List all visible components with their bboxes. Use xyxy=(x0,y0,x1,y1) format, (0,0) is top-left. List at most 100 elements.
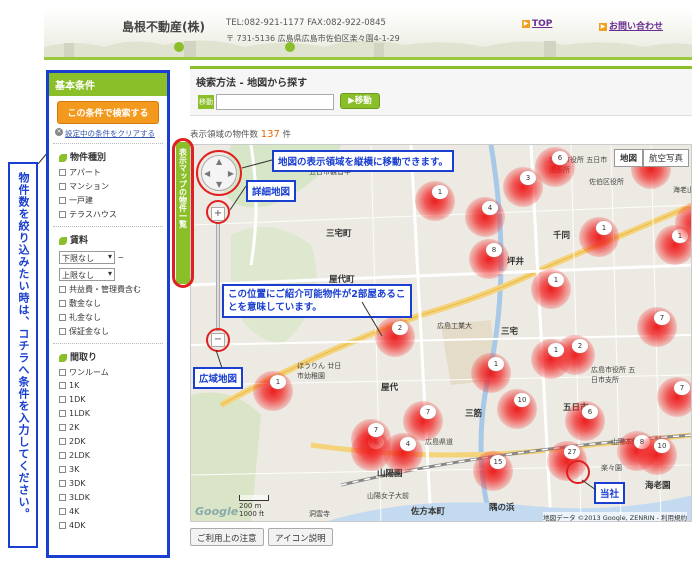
checkbox[interactable] xyxy=(59,424,66,431)
checkbox[interactable] xyxy=(59,396,66,403)
property-cluster-pin[interactable]: 6 xyxy=(565,401,605,441)
rent-option-no-guarantee[interactable]: 保証金なし xyxy=(49,325,167,339)
map-label: 佐方本町 xyxy=(411,507,446,517)
checkbox[interactable] xyxy=(59,466,66,473)
map-label: 洞雲寺 xyxy=(309,510,330,518)
clear-conditions-link[interactable]: × 設定中の条件をクリアする xyxy=(49,128,167,139)
rent-option-no-key-money[interactable]: 礼金なし xyxy=(49,311,167,325)
map-label: 三筋 xyxy=(465,409,483,419)
arrow-icon: ▶ xyxy=(522,19,530,28)
layout-option[interactable]: 4DK xyxy=(49,520,167,534)
property-cluster-pin[interactable]: 1 xyxy=(531,339,571,379)
map-label: 三宅町 xyxy=(326,229,352,239)
usage-notes-button[interactable]: ご利用上の注意 xyxy=(190,528,264,546)
type-option-mansion[interactable]: マンション xyxy=(49,180,167,194)
map-label: 広島工業大 xyxy=(437,322,472,330)
map-label: 海老山 xyxy=(673,186,692,194)
checkbox[interactable] xyxy=(59,286,66,293)
map-search-bar: 移動 ▶移動 xyxy=(190,90,692,116)
rent-option-no-deposit[interactable]: 敷金なし xyxy=(49,297,167,311)
filter-hint-callout: 物件数を絞り込みたい時は、コチラへ条件を入力してください。 xyxy=(8,162,38,548)
checkbox[interactable] xyxy=(59,369,66,376)
property-cluster-pin[interactable]: 10 xyxy=(497,389,537,429)
rent-option-fees[interactable]: 共益費・管理費含む xyxy=(49,283,167,297)
rent-max-row: 上限なし xyxy=(49,266,167,283)
layout-option[interactable]: ワンルーム xyxy=(49,366,167,380)
map-copyright: 地図データ ©2013 Google, ZENRIN - 利用規約 xyxy=(543,512,687,522)
rent-heading: 賃料 xyxy=(53,226,163,249)
map-type-switch: 地図 航空写真 xyxy=(613,149,689,167)
map-scale: 200 m 1000 ft xyxy=(239,495,269,518)
property-cluster-pin[interactable]: 4 xyxy=(465,197,505,237)
callout-pointer xyxy=(361,301,383,337)
type-option-apartment[interactable]: アパート xyxy=(49,166,167,180)
checkbox[interactable] xyxy=(59,197,66,204)
layout-option[interactable]: 1K xyxy=(49,380,167,394)
rent-min-select[interactable]: 下限なし xyxy=(59,251,115,264)
checkbox[interactable] xyxy=(59,314,66,321)
property-cluster-pin[interactable]: 1 xyxy=(531,269,571,309)
checkbox[interactable] xyxy=(59,169,66,176)
map-type-roadmap[interactable]: 地図 xyxy=(613,149,643,167)
property-cluster-pin[interactable]: 15 xyxy=(473,451,513,491)
top-link[interactable]: ▶ TOP xyxy=(522,19,552,29)
layout-option[interactable]: 1DK xyxy=(49,394,167,408)
checkbox[interactable] xyxy=(59,494,66,501)
property-cluster-pin[interactable]: 7 xyxy=(657,377,691,417)
checkbox[interactable] xyxy=(59,211,66,218)
arrow-icon: ▶ xyxy=(599,22,607,31)
page-title: 検索方法 - 地図から探す xyxy=(190,66,692,90)
checkbox[interactable] xyxy=(59,452,66,459)
map-label: 山陽女子大前 xyxy=(367,492,409,500)
property-cluster-pin[interactable]: 1 xyxy=(253,371,293,411)
search-with-conditions-button[interactable]: この条件で検索する xyxy=(57,101,159,124)
map-label: 隅の浜 xyxy=(489,503,515,513)
checkbox[interactable] xyxy=(59,183,66,190)
property-cluster-pin[interactable]: 1 xyxy=(415,181,455,221)
property-cluster-pin[interactable]: 7 xyxy=(351,419,391,459)
checkbox[interactable] xyxy=(59,382,66,389)
checkbox[interactable] xyxy=(59,438,66,445)
checkbox[interactable] xyxy=(59,328,66,335)
zoom-slider[interactable] xyxy=(216,223,220,331)
type-option-house[interactable]: 一戸建 xyxy=(49,194,167,208)
type-option-terrace[interactable]: テラスハウス xyxy=(49,208,167,222)
contact-link[interactable]: ▶ お問い合わせ xyxy=(599,19,663,32)
leaf-icon xyxy=(59,236,67,245)
company-phone: TEL:082-921-1177 FAX:082-922-0845 xyxy=(226,18,386,28)
leaf-icon xyxy=(59,153,67,162)
checkbox[interactable] xyxy=(59,480,66,487)
property-cluster-pin[interactable]: 1 xyxy=(579,217,619,257)
map-type-satellite[interactable]: 航空写真 xyxy=(642,149,689,167)
layout-option[interactable]: 4K xyxy=(49,506,167,520)
property-cluster-pin[interactable]: 8 xyxy=(469,239,509,279)
location-search-input[interactable] xyxy=(216,94,334,110)
layout-option[interactable]: 3DK xyxy=(49,478,167,492)
checkbox[interactable] xyxy=(59,522,66,529)
layout-option[interactable]: 2K xyxy=(49,422,167,436)
map-label: 海老園 xyxy=(645,481,671,491)
property-type-heading: 物件種別 xyxy=(53,143,163,166)
property-cluster-pin[interactable]: 1 xyxy=(471,353,511,393)
layout-option[interactable]: 2LDK xyxy=(49,450,167,464)
icon-help-button[interactable]: アイコン説明 xyxy=(268,528,333,546)
rent-max-select[interactable]: 上限なし xyxy=(59,268,115,281)
company-address: 〒 731-5136 広島県広島市佐伯区楽々園4-1-29 xyxy=(226,34,400,43)
wide-map-callout: 広域地図 xyxy=(193,367,244,389)
property-cluster-pin[interactable]: 7 xyxy=(637,307,677,347)
checkbox[interactable] xyxy=(59,410,66,417)
checkbox[interactable] xyxy=(59,300,66,307)
move-button[interactable]: ▶移動 xyxy=(340,93,380,109)
layout-option[interactable]: 2DK xyxy=(49,436,167,450)
layout-option[interactable]: 3LDK xyxy=(49,492,167,506)
highlight-circle xyxy=(206,200,230,224)
callout-pointer xyxy=(215,349,223,369)
site-header: 島根不動産(株) TEL:082-921-1177 FAX:082-922-08… xyxy=(44,6,692,60)
property-cluster-pin[interactable]: 3 xyxy=(503,167,543,207)
property-cluster-pin[interactable]: 10 xyxy=(637,435,677,475)
count-value: 137 xyxy=(260,129,280,140)
leaf-icon xyxy=(59,353,67,362)
layout-option[interactable]: 1LDK xyxy=(49,408,167,422)
checkbox[interactable] xyxy=(59,508,66,515)
layout-option[interactable]: 3K xyxy=(49,464,167,478)
